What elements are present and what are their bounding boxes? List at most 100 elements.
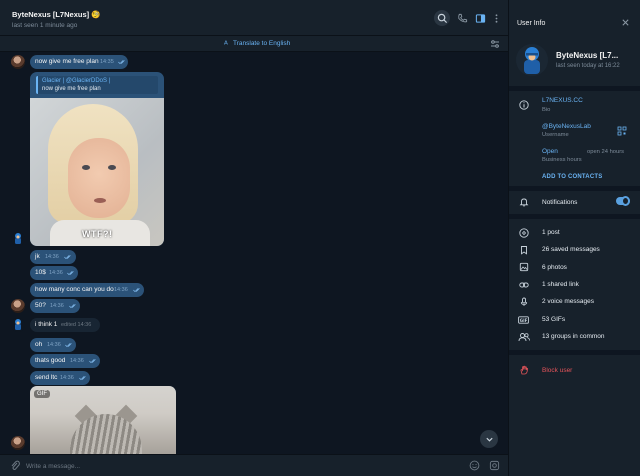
- camera-icon[interactable]: [489, 460, 500, 471]
- business-status[interactable]: Open: [542, 148, 558, 155]
- close-icon[interactable]: [621, 18, 630, 27]
- avatar-mario-icon: [15, 319, 21, 330]
- message-text: 50?: [35, 302, 46, 309]
- my-avatar[interactable]: [11, 232, 25, 246]
- call-button[interactable]: [454, 10, 470, 26]
- more-vertical-icon: [495, 13, 497, 23]
- photo-eye: [108, 165, 116, 170]
- post-icon: [519, 228, 529, 238]
- translate-bar: A Translate to English: [0, 36, 508, 52]
- read-check-icon: [133, 288, 140, 293]
- message-time: 14:36: [114, 287, 128, 293]
- stat-posts[interactable]: 1 post: [542, 229, 560, 236]
- message-text: oh: [35, 341, 43, 348]
- message-time: edited 14:36: [61, 322, 92, 328]
- bio-link[interactable]: L7NEXUS.CC: [542, 97, 583, 104]
- stat-gifs[interactable]: 53 GIFs: [542, 316, 565, 323]
- stat-photos[interactable]: 6 photos: [542, 264, 567, 271]
- profile-status: last seen today at 16:22: [556, 63, 620, 69]
- user-info-panel: User Info ByteNexus [L7... last seen tod…: [509, 0, 640, 476]
- contact-avatar[interactable]: [11, 55, 25, 69]
- svg-text:GIF: GIF: [520, 318, 528, 323]
- translate-button[interactable]: Translate to English: [233, 40, 290, 47]
- message-bubble[interactable]: now give me free plan 14:35: [30, 55, 128, 69]
- profile-avatar[interactable]: [516, 44, 548, 76]
- message-time: 14:36: [50, 303, 64, 309]
- group-icon: [518, 333, 530, 342]
- username-link[interactable]: @ByteNexusLab: [542, 123, 591, 130]
- message-bubble[interactable]: how many conc can you do 14:36: [30, 283, 144, 297]
- message-photo[interactable]: [30, 98, 164, 246]
- message-text: 10$: [35, 269, 46, 276]
- section-separator: [509, 186, 640, 191]
- stat-links[interactable]: 1 shared link: [542, 281, 579, 288]
- scroll-down-button[interactable]: [480, 430, 498, 448]
- message-text: i think 1: [35, 321, 58, 328]
- messages-list: now give me free plan 14:35 Glacier | @G…: [0, 52, 508, 454]
- my-avatar[interactable]: [11, 318, 25, 332]
- chat-title[interactable]: ByteNexus [L7Nexus] 🧐: [12, 10, 101, 19]
- toggle-sidebar-button[interactable]: [472, 10, 488, 26]
- read-check-icon: [67, 271, 74, 276]
- gif-message[interactable]: GIF: [30, 386, 176, 454]
- photo-eye: [82, 165, 90, 170]
- qr-code-icon[interactable]: [617, 126, 627, 136]
- read-check-icon: [118, 60, 125, 65]
- phone-icon: [457, 13, 467, 22]
- contact-avatar[interactable]: [11, 299, 25, 313]
- message-text: jk: [35, 253, 40, 260]
- block-user-button[interactable]: Block user: [542, 367, 572, 374]
- saved-icon: [521, 246, 527, 255]
- avatar-mario-icon: [15, 233, 21, 244]
- gif-icon: GIF: [518, 316, 529, 324]
- message-bubble[interactable]: 50? 14:36: [30, 299, 80, 313]
- message-text: thats good: [35, 357, 66, 364]
- emoji-icon[interactable]: [469, 460, 480, 471]
- message-time: 14:36: [60, 375, 74, 381]
- read-check-icon: [89, 359, 96, 364]
- message-input[interactable]: [26, 460, 446, 472]
- stat-voice[interactable]: 2 voice messages: [542, 298, 594, 305]
- message-time: 14:36: [49, 270, 63, 276]
- chevron-down-icon: [485, 437, 493, 442]
- read-check-icon: [64, 255, 71, 260]
- toggle-knob: [621, 196, 630, 206]
- read-check-icon: [69, 304, 76, 309]
- translate-icon: A: [224, 41, 228, 47]
- reply-quote[interactable]: Glacier | @GlacierDDoS | now give me fre…: [36, 76, 158, 94]
- message-bubble[interactable]: send ltc 14:36: [30, 371, 90, 385]
- chat-status: last seen 1 minute ago: [12, 22, 78, 29]
- message-bubble[interactable]: i think 1 edited 14:36: [30, 318, 100, 332]
- settings-sliders-icon[interactable]: [490, 39, 500, 49]
- message-text: send ltc: [35, 374, 58, 381]
- message-time: 14:36: [47, 342, 61, 348]
- read-check-icon: [79, 376, 86, 381]
- add-to-contacts-button[interactable]: ADD TO CONTACTS: [542, 174, 602, 180]
- section-separator: [509, 214, 640, 219]
- stat-groups[interactable]: 13 groups in common: [542, 333, 605, 340]
- chat-header: ByteNexus [L7Nexus] 🧐 last seen 1 minute…: [0, 0, 508, 36]
- attach-icon[interactable]: [10, 460, 20, 471]
- more-button[interactable]: [488, 10, 504, 26]
- bio-label: Bio: [542, 107, 551, 113]
- message-bubble[interactable]: 10$ 14:36: [30, 266, 78, 280]
- message-time: 14:35: [100, 59, 114, 65]
- search-button[interactable]: [434, 10, 450, 26]
- message-bubble[interactable]: oh 14:36: [30, 338, 76, 352]
- photo-caption: WTF?!: [82, 229, 113, 239]
- link-icon: [519, 282, 529, 288]
- message-bubble[interactable]: jk 14:36: [30, 250, 76, 264]
- photo-message[interactable]: Glacier | @GlacierDDoS | now give me fre…: [30, 72, 164, 246]
- sidebar-icon: [475, 13, 485, 23]
- info-icon: [519, 100, 529, 110]
- panel-title: User Info: [517, 20, 546, 27]
- message-text: how many conc can you do: [35, 286, 114, 293]
- notifications-label: Notifications: [542, 199, 578, 206]
- message-bubble[interactable]: thats good 14:36: [30, 354, 100, 368]
- bell-icon: [519, 198, 529, 207]
- photo-face: [68, 138, 130, 218]
- notifications-toggle[interactable]: [616, 196, 630, 206]
- contact-avatar[interactable]: [11, 436, 25, 450]
- avatar-mario-icon: [516, 44, 548, 76]
- stat-saved[interactable]: 26 saved messages: [542, 246, 600, 253]
